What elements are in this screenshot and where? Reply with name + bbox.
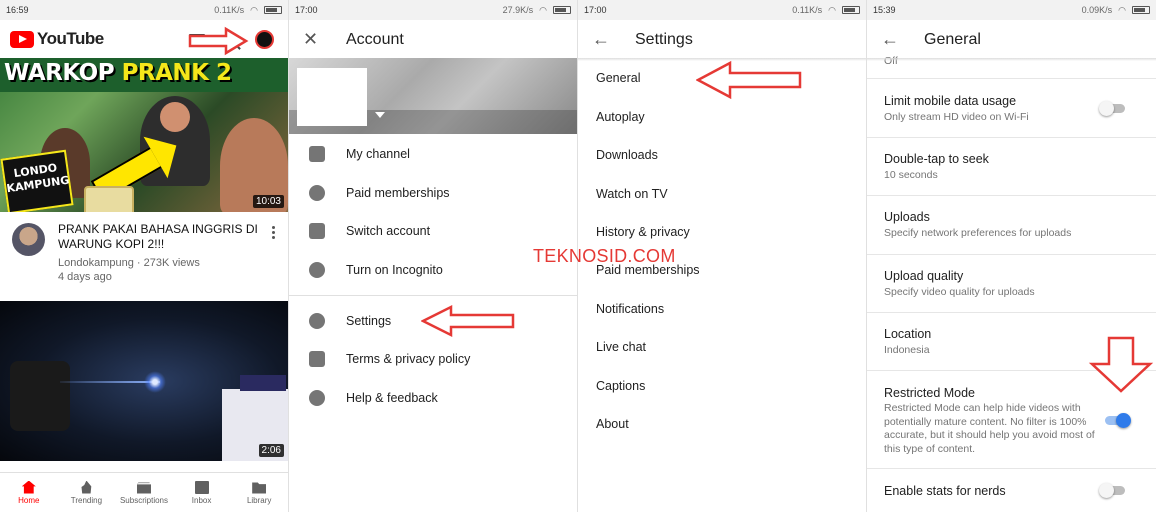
app-name: YouTube xyxy=(37,29,104,48)
dollar-icon xyxy=(309,185,325,201)
settings-item-autoplay[interactable]: Autoplay xyxy=(596,110,645,124)
inbox-icon xyxy=(194,480,209,494)
settings-row-partial: Off xyxy=(867,52,1156,79)
settings-item-history-privacy[interactable]: History & privacy xyxy=(596,225,690,239)
settings-item-watch-on-tv[interactable]: Watch on TV xyxy=(596,187,668,201)
watermark: TEKNOSID.COM xyxy=(533,246,676,266)
incognito-icon xyxy=(309,262,325,278)
gear-icon xyxy=(309,313,325,329)
help-icon xyxy=(309,390,325,406)
settings-item-notifications[interactable]: Notifications xyxy=(596,302,664,316)
page-title: Settings xyxy=(635,31,693,48)
status-bar: 17:00 0.11K/s ◠ xyxy=(578,0,866,20)
setting-uploads[interactable]: Uploads Specify network preferences for … xyxy=(867,196,1156,255)
nav-inbox[interactable]: Inbox xyxy=(173,473,231,512)
nav-library[interactable]: Library xyxy=(230,473,288,512)
status-time: 15:39 xyxy=(873,5,896,15)
back-arrow-icon[interactable]: ← xyxy=(592,30,610,48)
channel-views: Londokampung · 273K views xyxy=(58,257,200,269)
network-speed: 0.09K/s xyxy=(1081,5,1113,15)
settings-item-about[interactable]: About xyxy=(596,417,629,431)
trending-icon xyxy=(81,480,92,494)
battery-icon xyxy=(1132,6,1150,14)
lock-icon xyxy=(309,351,325,367)
account-avatar-button[interactable] xyxy=(255,30,274,49)
nav-trending[interactable]: Trending xyxy=(58,473,116,512)
network-speed: 0.11K/s xyxy=(792,5,823,15)
status-bar: 16:59 0.11K/s ◠ xyxy=(0,0,288,20)
thumbnail-title: WARKOP PRANK 2 xyxy=(4,60,232,86)
divider xyxy=(289,295,577,296)
top-app-bar: ✕ Account xyxy=(289,20,577,58)
library-icon xyxy=(252,482,267,494)
close-icon[interactable]: ✕ xyxy=(303,30,319,48)
restricted-mode-toggle[interactable] xyxy=(1103,413,1131,428)
settings-item-live-chat[interactable]: Live chat xyxy=(596,340,646,354)
network-speed: 0.11K/s xyxy=(214,5,245,15)
limit-mobile-data-toggle[interactable] xyxy=(1099,101,1127,116)
account-switcher-caret-icon[interactable] xyxy=(375,112,385,118)
wifi-icon: ◠ xyxy=(539,4,547,15)
battery-icon xyxy=(264,6,282,14)
annotation-arrow-down xyxy=(1088,336,1154,393)
account-banner xyxy=(289,58,577,134)
top-app-bar: ← Settings xyxy=(578,20,866,58)
general-settings-screen: 15:39 0.09K/s ◠ ← General Off Limit mobi… xyxy=(867,0,1156,512)
video-duration: 10:03 xyxy=(252,195,284,208)
youtube-play-icon xyxy=(10,30,34,48)
video-title[interactable]: PRANK PAKAI BAHASA INGGRIS DI WARUNG KOP… xyxy=(58,222,258,252)
menu-item-paid-memberships[interactable]: Paid memberships xyxy=(289,174,577,212)
menu-item-terms[interactable]: Terms & privacy policy xyxy=(289,340,577,378)
wifi-icon: ◠ xyxy=(828,4,836,15)
stats-for-nerds-toggle[interactable] xyxy=(1099,483,1127,498)
video-info[interactable]: PRANK PAKAI BAHASA INGGRIS DI WARUNG KOP… xyxy=(0,212,288,300)
nav-home[interactable]: Home xyxy=(0,473,58,512)
back-arrow-icon[interactable]: ← xyxy=(881,30,899,48)
settings-item-downloads[interactable]: Downloads xyxy=(596,148,658,162)
menu-item-my-channel[interactable]: My channel xyxy=(289,135,577,173)
channel-badge: LONDO KAMPUNG xyxy=(0,149,74,212)
status-time: 16:59 xyxy=(6,5,29,15)
status-time: 17:00 xyxy=(295,5,318,15)
menu-item-help[interactable]: Help & feedback xyxy=(289,379,577,417)
status-bar: 15:39 0.09K/s ◠ xyxy=(867,0,1156,20)
setting-limit-mobile-data[interactable]: Limit mobile data usage Only stream HD v… xyxy=(867,80,1156,138)
wifi-icon: ◠ xyxy=(1118,4,1126,15)
status-bar: 17:00 27.9K/s ◠ xyxy=(289,0,577,20)
page-title: General xyxy=(924,31,981,48)
annotation-arrow-right xyxy=(188,26,249,56)
wifi-icon: ◠ xyxy=(250,4,258,15)
more-vert-icon[interactable] xyxy=(272,226,276,240)
setting-stats-for-nerds[interactable]: Enable stats for nerds xyxy=(867,469,1156,512)
settings-item-captions[interactable]: Captions xyxy=(596,379,645,393)
menu-item-switch-account[interactable]: Switch account xyxy=(289,212,577,250)
video-thumbnail[interactable]: WARKOP PRANK 2 LONDO KAMPUNG 10:03 xyxy=(0,58,288,212)
page-title: Account xyxy=(346,31,404,48)
network-speed: 27.9K/s xyxy=(502,5,534,15)
annotation-arrow-left xyxy=(421,304,515,338)
battery-icon xyxy=(842,6,860,14)
home-screen: 16:59 0.11K/s ◠ YouTube WARKOP PRANK 2 L… xyxy=(0,0,288,512)
video-thumbnail[interactable]: 2:06 xyxy=(0,301,288,461)
subscriptions-icon xyxy=(136,482,151,494)
annotation-arrow-left xyxy=(696,60,802,100)
status-time: 17:00 xyxy=(584,5,607,15)
nav-subscriptions[interactable]: Subscriptions xyxy=(115,473,173,512)
setting-upload-quality[interactable]: Upload quality Specify video quality for… xyxy=(867,255,1156,313)
settings-item-general[interactable]: General xyxy=(596,71,640,85)
person-icon xyxy=(309,146,325,162)
channel-avatar[interactable] xyxy=(12,223,45,256)
battery-icon xyxy=(553,6,571,14)
home-icon xyxy=(21,480,36,494)
bottom-navigation: Home Trending Subscriptions Inbox Librar… xyxy=(0,472,288,512)
video-age: 4 days ago xyxy=(58,271,112,283)
account-avatar xyxy=(297,68,367,126)
switch-account-icon xyxy=(309,223,325,239)
setting-double-tap-seek[interactable]: Double-tap to seek 10 seconds xyxy=(867,138,1156,196)
video-duration: 2:06 xyxy=(258,444,284,457)
youtube-logo[interactable]: YouTube xyxy=(10,29,104,49)
